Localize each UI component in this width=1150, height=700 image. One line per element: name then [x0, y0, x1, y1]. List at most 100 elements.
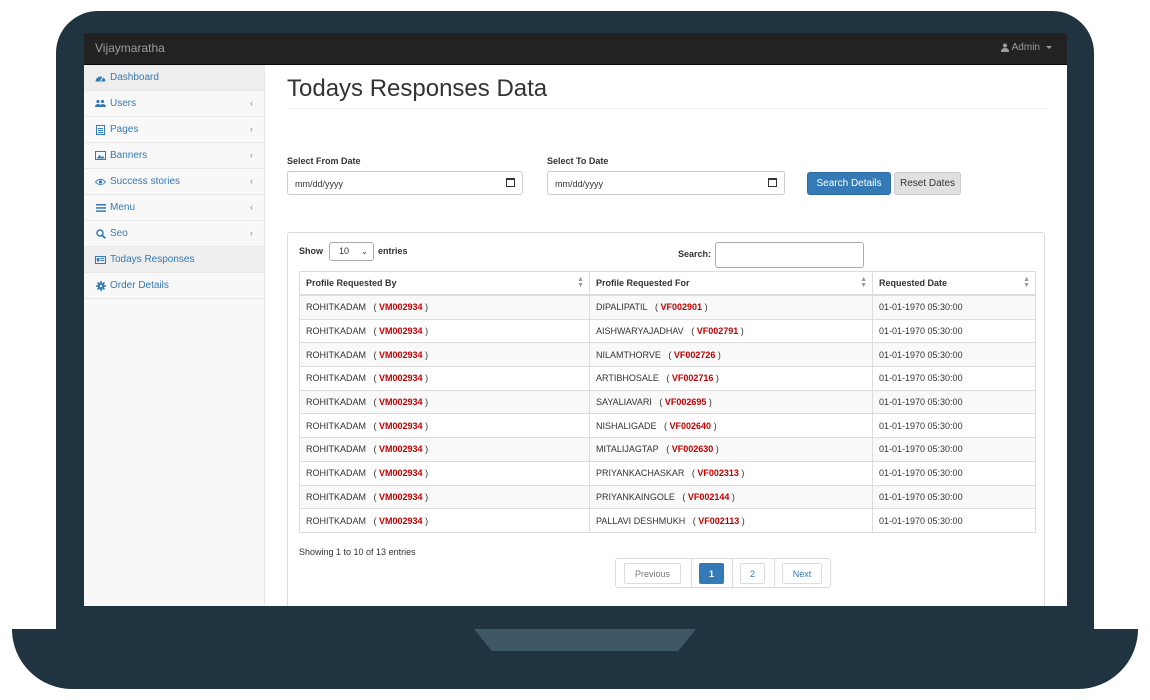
show-label: Show — [299, 246, 323, 256]
chevron-left-icon: ‹ — [250, 176, 253, 186]
from-date-value: mm/dd/yyyy — [295, 179, 344, 189]
sidebar-item-label: Todays Responses — [110, 254, 195, 265]
table-row: ROHITKADAM ( VM002934 ) PRIYANKACHASKAR (… — [299, 460, 1036, 486]
requested-by-cell: ROHITKADAM ( VM002934 ) — [299, 342, 590, 368]
requested-for-cell: PRIYANKACHASKAR ( VF002313 ) — [589, 460, 873, 486]
profile-code[interactable]: VF002630 — [672, 444, 714, 454]
requester-name: ROHITKADAM — [306, 420, 367, 431]
profile-code[interactable]: VF002716 — [672, 373, 714, 383]
responses-table: Profile Requested By ▲ ▼ Profile Requested… — [299, 271, 1036, 533]
requested-date-cell: 01-01-1970 05:30:00 — [872, 460, 1036, 486]
calendar-icon[interactable] — [506, 178, 515, 187]
requester-code[interactable]: VM002934 — [379, 444, 423, 454]
sort-icon: ▲ ▼ — [577, 276, 584, 289]
requested-for-cell: MITALIJAGTAP ( VF002630 ) — [589, 437, 873, 462]
top-navbar: Vijaymaratha Admin — [84, 33, 1067, 65]
requester-code[interactable]: VM002934 — [379, 397, 423, 407]
from-date-input[interactable]: mm/dd/yyyy — [287, 171, 523, 195]
table-search-input[interactable] — [715, 242, 864, 268]
profile-name: NILAMTHORVE — [596, 349, 661, 360]
table-row: ROHITKADAM ( VM002934 ) MITALIJAGTAP ( VF… — [299, 437, 1036, 462]
dashboard-icon — [95, 72, 106, 83]
sidebar-item-banners[interactable]: Banners ‹ — [84, 143, 264, 169]
title-divider — [287, 108, 1045, 109]
requester-name: ROHITKADAM — [306, 468, 367, 479]
to-date-value: mm/dd/yyyy — [555, 179, 604, 189]
sidebar-item-seo[interactable]: Seo ‹ — [84, 221, 264, 247]
profile-code[interactable]: VF002640 — [670, 421, 712, 431]
chevron-left-icon: ‹ — [250, 98, 253, 108]
sidebar-item-label: Banners — [110, 150, 148, 161]
requested-by-cell: ROHITKADAM ( VM002934 ) — [299, 318, 590, 344]
sidebar-item-pages[interactable]: Pages ‹ — [84, 117, 264, 143]
requested-for-cell: NILAMTHORVE ( VF002726 ) — [589, 342, 873, 368]
requested-date-cell: 01-01-1970 05:30:00 — [872, 484, 1036, 510]
column-header-label: Profile Requested For — [596, 278, 690, 288]
column-header-requested-by[interactable]: Profile Requested By ▲ ▼ — [299, 271, 590, 296]
table-row: ROHITKADAM ( VM002934 ) NILAMTHORVE ( VF0… — [299, 342, 1036, 368]
pagination: Previous 1 2 Next — [615, 558, 831, 588]
requester-name: ROHITKADAM — [306, 302, 367, 313]
requester-name: ROHITKADAM — [306, 515, 367, 526]
page-icon — [95, 124, 106, 135]
column-header-label: Profile Requested By — [306, 278, 397, 288]
requester-code[interactable]: VM002934 — [379, 350, 423, 360]
chevron-left-icon: ‹ — [250, 150, 253, 160]
main-content: Todays Responses Data Select From Date m… — [265, 65, 1067, 606]
sidebar-item-menu[interactable]: Menu ‹ — [84, 195, 264, 221]
requested-by-cell: ROHITKADAM ( VM002934 ) — [299, 437, 590, 462]
requested-for-cell: NISHALIGADE ( VF002640 ) — [589, 413, 873, 439]
profile-name: ARTIBHOSALE — [596, 373, 659, 384]
requested-date-cell: 01-01-1970 05:30:00 — [872, 508, 1036, 533]
table-row: ROHITKADAM ( VM002934 ) PALLAVI DESHMUKH … — [299, 508, 1036, 533]
column-header-requested-for[interactable]: Profile Requested For ▲ ▼ — [589, 271, 873, 296]
admin-menu[interactable]: Admin — [1000, 42, 1052, 53]
profile-code[interactable]: VF002113 — [698, 516, 739, 526]
requester-code[interactable]: VM002934 — [379, 373, 423, 383]
table-row: ROHITKADAM ( VM002934 ) DIPALIPATIL ( VF0… — [299, 294, 1036, 320]
profile-code[interactable]: VF002901 — [661, 302, 703, 312]
page-button-2[interactable]: 2 — [740, 563, 765, 584]
calendar-icon[interactable] — [768, 178, 777, 187]
sidebar-item-order-details[interactable]: Order Details — [84, 273, 264, 299]
page-size-select[interactable]: 10 ⌄ — [329, 242, 374, 261]
sidebar-item-success-stories[interactable]: Success stories ‹ — [84, 169, 264, 195]
requester-code[interactable]: VM002934 — [379, 326, 423, 336]
requester-code[interactable]: VM002934 — [379, 302, 423, 312]
responses-panel: Show 10 ⌄ entries Search: Profile Reques… — [287, 232, 1045, 606]
profile-code[interactable]: VF002791 — [697, 326, 739, 336]
profile-code[interactable]: VF002144 — [688, 492, 730, 502]
requested-for-cell: PALLAVI DESHMUKH ( VF002113 ) — [589, 508, 873, 533]
laptop-screen: Vijaymaratha Admin Dashboard Users ‹ Pag… — [84, 33, 1067, 606]
sidebar-item-users[interactable]: Users ‹ — [84, 91, 264, 117]
chevron-left-icon: ‹ — [250, 202, 253, 212]
previous-page-button[interactable]: Previous — [624, 563, 681, 584]
caret-down-icon — [1046, 46, 1052, 49]
requester-code[interactable]: VM002934 — [379, 468, 423, 478]
reset-dates-button[interactable]: Reset Dates — [894, 172, 961, 195]
column-header-label: Requested Date — [879, 278, 948, 288]
requester-code[interactable]: VM002934 — [379, 516, 423, 526]
sidebar: Dashboard Users ‹ Pages ‹ Banners ‹ Succ… — [84, 65, 265, 606]
to-date-input[interactable]: mm/dd/yyyy — [547, 171, 785, 195]
search-details-button[interactable]: Search Details — [807, 172, 891, 195]
profile-code[interactable]: VF002726 — [674, 350, 716, 360]
sidebar-item-todays-responses[interactable]: Todays Responses — [84, 247, 264, 273]
requested-for-cell: PRIYANKAINGOLE ( VF002144 ) — [589, 484, 873, 510]
gear-icon — [95, 280, 106, 291]
requester-name: ROHITKADAM — [306, 349, 367, 360]
profile-code[interactable]: VF002313 — [697, 468, 739, 478]
requester-code[interactable]: VM002934 — [379, 421, 423, 431]
requested-date-cell: 01-01-1970 05:30:00 — [872, 318, 1036, 344]
requester-name: ROHITKADAM — [306, 397, 367, 408]
from-date-label: Select From Date — [287, 156, 361, 166]
requester-code[interactable]: VM002934 — [379, 492, 423, 502]
sidebar-item-dashboard[interactable]: Dashboard — [84, 65, 264, 91]
brand-name[interactable]: Vijaymaratha — [95, 41, 165, 55]
column-header-requested-date[interactable]: Requested Date ▲ ▼ — [872, 271, 1036, 296]
sort-icon: ▲ ▼ — [860, 276, 867, 289]
profile-code[interactable]: VF002695 — [665, 397, 707, 407]
page-button-1[interactable]: 1 — [699, 563, 724, 584]
next-page-button[interactable]: Next — [782, 563, 822, 584]
page-size-value: 10 — [339, 246, 350, 256]
